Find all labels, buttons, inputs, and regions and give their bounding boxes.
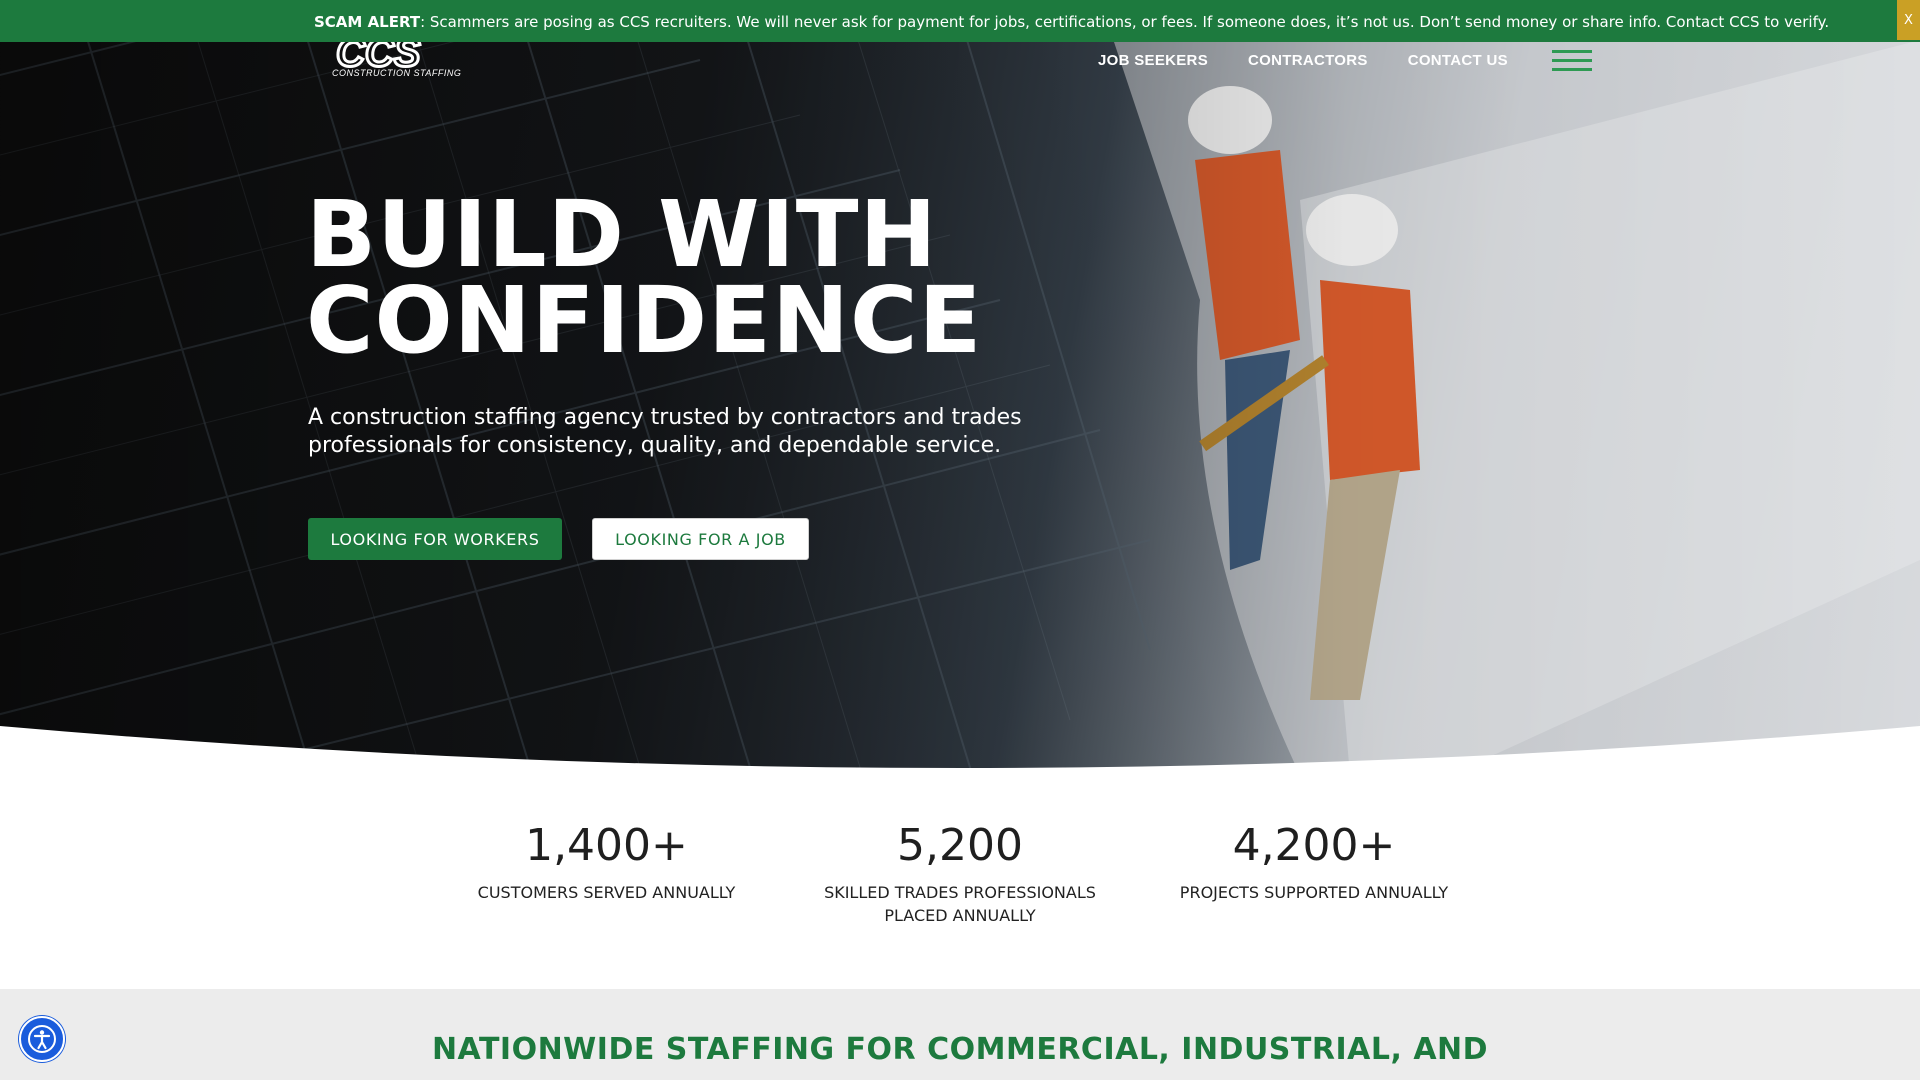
hero-title-line-1: BUILD WITH	[306, 181, 938, 288]
hero-title: BUILD WITH CONFIDENCE	[306, 181, 1206, 374]
hamburger-icon[interactable]	[1552, 50, 1592, 78]
hamburger-line	[1552, 68, 1592, 71]
hero-subtitle: A construction staffing agency trusted b…	[308, 405, 1022, 458]
alert-close-button[interactable]: X	[1897, 0, 1920, 40]
stat-projects: 4,200+ PROJECTS SUPPORTED ANNUALLY	[1164, 820, 1464, 904]
nav-contact-us[interactable]: CONTACT US	[1408, 52, 1508, 69]
hero-bottom-curve	[0, 726, 1920, 775]
stat-professionals: 5,200 SKILLED TRADES PROFESSIONALS PLACE…	[812, 820, 1108, 927]
hero-overlay	[0, 0, 1920, 775]
hamburger-line	[1552, 59, 1592, 62]
hero-section: CCS CONSTRUCTION STAFFING JOB SEEKERS CO…	[0, 0, 1920, 775]
stat-number: 4,200+	[1232, 820, 1396, 871]
looking-for-a-job-button[interactable]: LOOKING FOR A JOB	[592, 518, 809, 560]
scam-alert-label: SCAM ALERT	[314, 13, 421, 31]
accessibility-button[interactable]	[19, 1016, 65, 1062]
stat-label: PROJECTS SUPPORTED ANNUALLY	[1179, 883, 1449, 902]
scam-alert-message: : Scammers are posing as CCS recruiters.…	[420, 13, 1830, 31]
hamburger-line	[1552, 50, 1592, 53]
main-nav: JOB SEEKERS CONTRACTORS CONTACT US	[1098, 52, 1508, 69]
scam-alert-text: SCAM ALERT: Scammers are posing as CCS r…	[314, 13, 1829, 31]
scam-alert-bar: SCAM ALERT: Scammers are posing as CCS r…	[0, 0, 1920, 42]
stat-number: 1,400+	[525, 820, 688, 871]
services-section-title: NATIONWIDE STAFFING FOR COMMERCIAL, INDU…	[431, 1032, 1489, 1067]
nav-contractors[interactable]: CONTRACTORS	[1248, 52, 1368, 69]
nav-job-seekers[interactable]: JOB SEEKERS	[1098, 52, 1208, 69]
stat-label: SKILLED TRADES PROFESSIONALS PLACED ANNU…	[824, 883, 1096, 925]
stat-label: CUSTOMERS SERVED ANNUALLY	[477, 883, 736, 902]
hero-title-line-2: CONFIDENCE	[306, 267, 983, 374]
looking-for-workers-button[interactable]: LOOKING FOR WORKERS	[308, 518, 562, 560]
stat-number: 5,200	[897, 820, 1023, 871]
accessibility-icon	[28, 1025, 56, 1053]
stat-customers: 1,400+ CUSTOMERS SERVED ANNUALLY	[470, 820, 743, 904]
logo-subtitle: CONSTRUCTION STAFFING	[332, 68, 462, 78]
